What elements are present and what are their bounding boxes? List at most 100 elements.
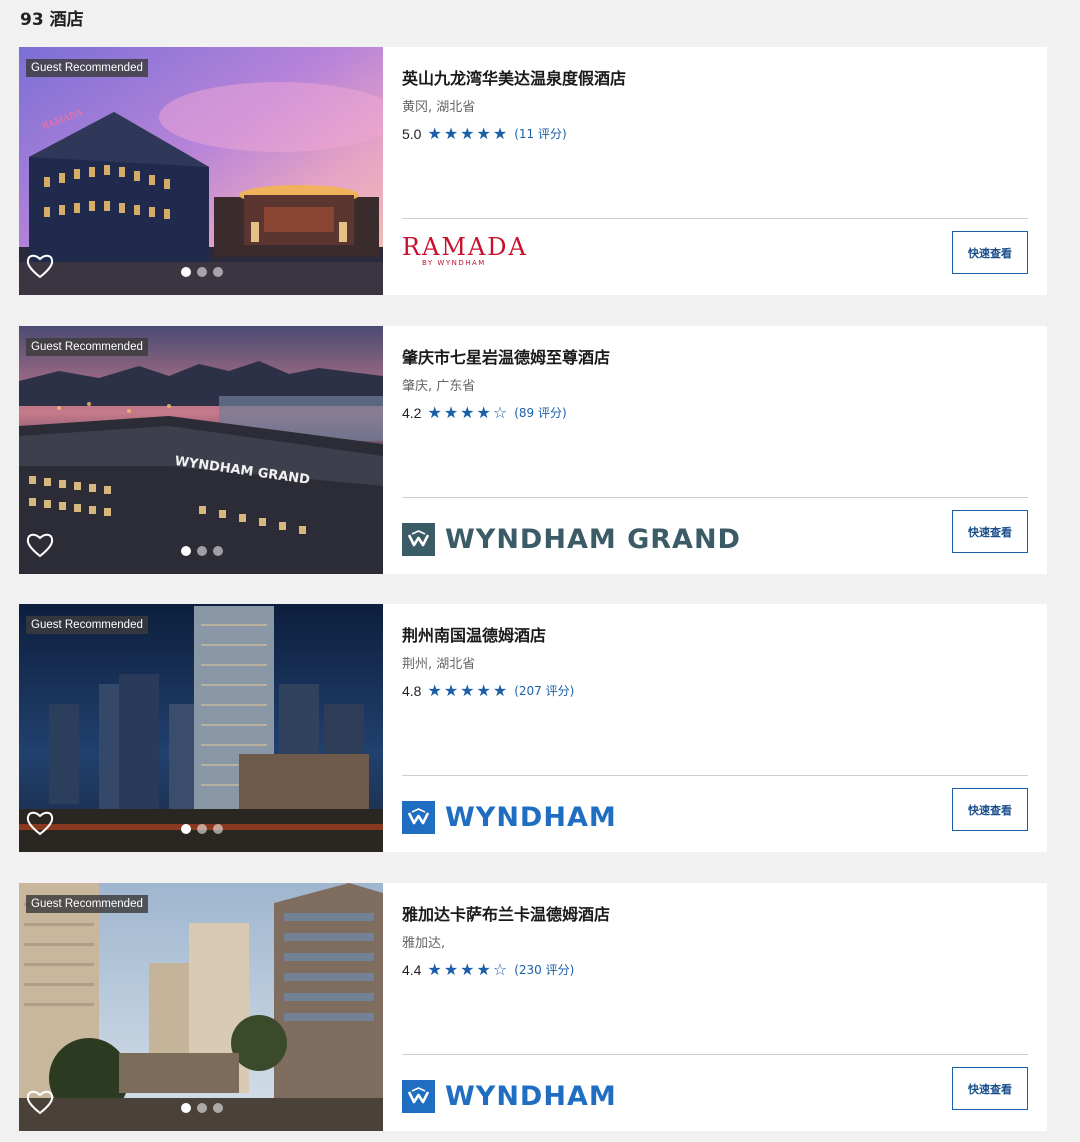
hotel-card[interactable]: RAMADA Guest Recommended 英山九龙湾华美达温泉度假酒店 …	[19, 47, 1047, 295]
rating-stars: ★ ★ ★ ★ ☆	[427, 402, 508, 422]
hotel-rating: 4.8 ★ ★ ★ ★ ★ (207 评分)	[402, 682, 574, 699]
star-icon: ★	[460, 959, 475, 979]
rating-stars: ★ ★ ★ ★ ★	[427, 123, 508, 143]
guest-recommended-badge: Guest Recommended	[26, 895, 148, 913]
star-icon: ★	[427, 123, 442, 143]
hotel-photo[interactable]: Guest Recommended	[19, 883, 383, 1131]
photo-carousel-dots[interactable]	[181, 824, 223, 834]
carousel-dot[interactable]	[213, 546, 223, 556]
star-icon: ★	[476, 680, 491, 700]
review-count-link[interactable]: (230 评分)	[514, 961, 574, 978]
carousel-dot[interactable]	[197, 546, 207, 556]
hotel-name[interactable]: 荆州南国温德姆酒店	[402, 622, 546, 646]
hotel-photo[interactable]: Guest Recommended	[19, 604, 383, 852]
hotel-photo-image	[19, 883, 383, 1131]
star-icon: ★	[443, 402, 459, 422]
hotel-photo-image: WYNDHAM GRAND	[19, 326, 383, 574]
guest-recommended-badge: Guest Recommended	[26, 338, 148, 356]
quick-view-button[interactable]: 快速查看	[952, 510, 1028, 553]
hotel-location: 雅加达,	[402, 936, 446, 951]
hotel-name[interactable]: 英山九龙湾华美达温泉度假酒店	[402, 65, 626, 89]
star-icon: ★	[460, 402, 475, 422]
carousel-dot[interactable]	[181, 824, 191, 834]
star-outline-icon: ☆	[492, 959, 508, 979]
carousel-dot[interactable]	[213, 1103, 223, 1113]
star-icon: ★	[427, 402, 442, 422]
star-icon: ★	[492, 680, 508, 700]
star-icon: ★	[443, 959, 459, 979]
carousel-dot[interactable]	[197, 824, 207, 834]
divider	[402, 1054, 1028, 1055]
rating-score: 4.4	[402, 961, 422, 978]
hotel-photo-image	[19, 604, 383, 852]
heart-icon[interactable]	[26, 532, 54, 558]
review-count-link[interactable]: (11 评分)	[514, 125, 566, 142]
rating-score: 4.8	[402, 682, 422, 699]
hotel-name[interactable]: 肇庆市七星岩温德姆至尊酒店	[402, 344, 610, 368]
hotel-name[interactable]: 雅加达卡萨布兰卡温德姆酒店	[402, 901, 610, 925]
heart-icon[interactable]	[26, 253, 54, 279]
hotel-rating: 4.2 ★ ★ ★ ★ ☆ (89 评分)	[402, 404, 567, 421]
hotel-card[interactable]: Guest Recommended 荆州南国温德姆酒店 荆州, 湖北省 4.8 …	[19, 604, 1047, 852]
wyndham-mark-icon	[402, 522, 435, 556]
hotel-location: 肇庆, 广东省	[402, 379, 476, 394]
brand-name: WYNDHAM GRAND	[445, 523, 741, 555]
carousel-dot[interactable]	[197, 267, 207, 277]
quick-view-button[interactable]: 快速查看	[952, 788, 1028, 831]
wyndham-grand-brand-logo: WYNDHAM GRAND	[402, 514, 741, 564]
rating-score: 5.0	[402, 125, 422, 142]
photo-carousel-dots[interactable]	[181, 1103, 223, 1113]
guest-recommended-badge: Guest Recommended	[26, 616, 148, 634]
hotel-card[interactable]: WYNDHAM GRAND Guest Recommended 肇庆市七星岩温德…	[19, 326, 1047, 574]
rating-score: 4.2	[402, 404, 422, 421]
hotel-photo[interactable]: WYNDHAM GRAND Guest Recommended	[19, 326, 383, 574]
star-icon: ★	[476, 402, 491, 422]
divider	[402, 218, 1028, 219]
divider	[402, 775, 1028, 776]
star-icon: ★	[460, 680, 475, 700]
wyndham-mark-icon	[402, 1079, 435, 1113]
results-count: 93 酒店	[20, 10, 84, 30]
rating-stars: ★ ★ ★ ★ ★	[427, 680, 508, 700]
review-count-link[interactable]: (207 评分)	[514, 682, 574, 699]
star-icon: ★	[443, 680, 459, 700]
quick-view-button[interactable]: 快速查看	[952, 231, 1028, 274]
wyndham-brand-logo: WYNDHAM	[402, 1071, 617, 1121]
star-icon: ★	[443, 123, 459, 143]
carousel-dot[interactable]	[181, 267, 191, 277]
rating-stars: ★ ★ ★ ★ ☆	[427, 959, 508, 979]
carousel-dot[interactable]	[197, 1103, 207, 1113]
star-icon: ★	[427, 680, 442, 700]
ramada-brand-logo: RAMADA BY WYNDHAM	[402, 233, 528, 283]
star-icon: ★	[427, 959, 442, 979]
hotel-rating: 4.4 ★ ★ ★ ★ ☆ (230 评分)	[402, 961, 574, 978]
carousel-dot[interactable]	[181, 546, 191, 556]
guest-recommended-badge: Guest Recommended	[26, 59, 148, 77]
carousel-dot[interactable]	[181, 1103, 191, 1113]
review-count-link[interactable]: (89 评分)	[514, 404, 566, 421]
star-icon: ★	[476, 123, 491, 143]
heart-icon[interactable]	[26, 810, 54, 836]
brand-name: WYNDHAM	[445, 1080, 617, 1112]
star-icon: ★	[476, 959, 491, 979]
brand-name: WYNDHAM	[445, 801, 617, 833]
hotel-location: 黄冈, 湖北省	[402, 100, 476, 115]
star-outline-icon: ☆	[492, 402, 508, 422]
photo-carousel-dots[interactable]	[181, 546, 223, 556]
quick-view-button[interactable]: 快速查看	[952, 1067, 1028, 1110]
divider	[402, 497, 1028, 498]
hotel-location: 荆州, 湖北省	[402, 657, 476, 672]
hotel-photo[interactable]: RAMADA Guest Recommended	[19, 47, 383, 295]
brand-name: RAMADA	[402, 233, 528, 261]
wyndham-mark-icon	[402, 800, 435, 834]
hotel-photo-image: RAMADA	[19, 47, 383, 295]
wyndham-brand-logo: WYNDHAM	[402, 792, 617, 842]
carousel-dot[interactable]	[213, 267, 223, 277]
photo-carousel-dots[interactable]	[181, 267, 223, 277]
star-icon: ★	[492, 123, 508, 143]
carousel-dot[interactable]	[213, 824, 223, 834]
star-icon: ★	[460, 123, 475, 143]
hotel-card[interactable]: Guest Recommended 雅加达卡萨布兰卡温德姆酒店 雅加达, 4.4…	[19, 883, 1047, 1131]
heart-icon[interactable]	[26, 1089, 54, 1115]
hotel-rating: 5.0 ★ ★ ★ ★ ★ (11 评分)	[402, 125, 567, 142]
